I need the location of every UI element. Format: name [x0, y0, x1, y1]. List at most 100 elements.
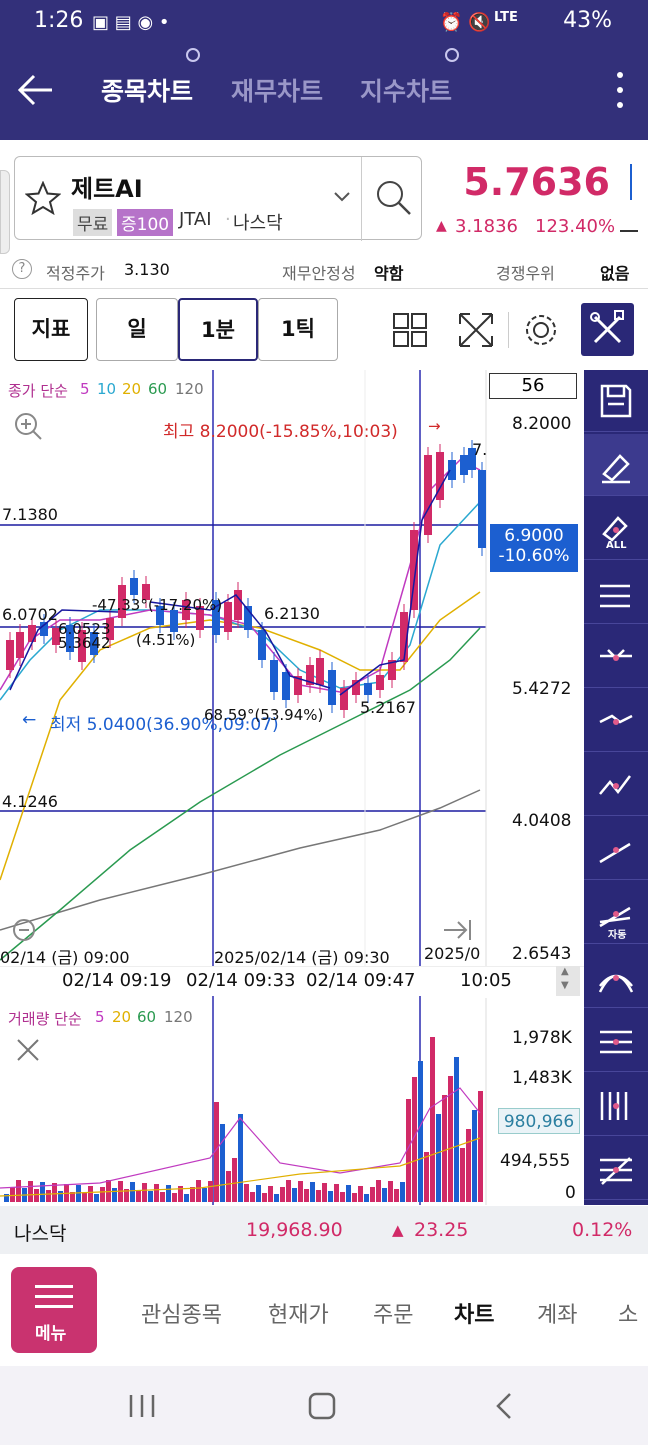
stock-selector[interactable]: 제트AI 무료 증100 JTAI · 나스닥: [14, 156, 422, 241]
indicator-button[interactable]: 지표: [14, 298, 88, 361]
x-time-label: 02/14 (금) 09:00: [0, 948, 130, 967]
back-icon[interactable]: [494, 1392, 514, 1420]
dash-mark: [620, 230, 638, 232]
recent-apps-icon[interactable]: [128, 1393, 156, 1419]
volume-bar: [88, 1186, 93, 1202]
candle-body: [270, 660, 278, 692]
home-icon[interactable]: [308, 1392, 336, 1420]
sidebar-tool-gann[interactable]: [584, 1138, 648, 1200]
price-chart[interactable]: [0, 370, 584, 1000]
current-price-tag: 6.9000 -10.60%: [490, 524, 578, 572]
crosshair-time: 02/14 09:47: [306, 970, 416, 991]
tab-stock-chart[interactable]: 종목차트: [101, 72, 193, 108]
trend-label: (4.51%): [136, 631, 196, 649]
side-handle[interactable]: [0, 170, 10, 254]
sidebar-tool-eraser[interactable]: [584, 434, 648, 496]
sidebar-tool-fib[interactable]: [584, 1074, 648, 1136]
sidebar-tool-angle[interactable]: [584, 690, 648, 752]
fullscreen-icon[interactable]: [456, 310, 496, 350]
volume-bar: [10, 1187, 15, 1202]
volume-bar: [190, 1187, 195, 1202]
nav-quote[interactable]: 현재가: [268, 1297, 329, 1329]
volume-bar: [100, 1187, 105, 1202]
vol-legend-label: 거래량 단순: [8, 1010, 82, 1028]
grid-layout-icon[interactable]: [392, 312, 428, 348]
menu-bar: [35, 1295, 73, 1298]
nav-watchlist[interactable]: 관심종목: [141, 1297, 222, 1329]
search-icon[interactable]: [373, 177, 413, 217]
period-1min-button[interactable]: 1분: [178, 298, 258, 361]
low-annotation-arrow-icon: ←: [22, 710, 37, 730]
price-tick-bar: [630, 164, 632, 200]
sidebar-tool-auto[interactable]: 자동: [584, 882, 648, 944]
candle-body: [376, 675, 384, 690]
tab-index-chart[interactable]: 지수차트: [360, 72, 452, 108]
volume-bar: [346, 1185, 351, 1202]
volume-chart[interactable]: [0, 998, 584, 1205]
settings-gear-icon[interactable]: [522, 311, 560, 349]
volume-bar: [418, 1061, 423, 1202]
ticker-symbol: JTAI: [179, 209, 212, 230]
nav-chart[interactable]: 차트: [454, 1297, 494, 1329]
drawing-tools-button[interactable]: [581, 303, 634, 356]
help-icon[interactable]: ?: [12, 259, 32, 279]
status-icons: ▣ ▤ ◉ •: [92, 12, 170, 33]
volume-bar: [400, 1182, 405, 1202]
volume-bar: [34, 1189, 39, 1202]
period-1tick-button[interactable]: 1틱: [258, 298, 338, 361]
fair-price-label: 적정주가: [46, 264, 105, 283]
sidebar-auto-label: 자동: [608, 930, 627, 941]
sidebar-tool-zigzag[interactable]: [584, 754, 648, 816]
volume-bar: [322, 1183, 327, 1202]
volume-bar: [316, 1190, 321, 1202]
candle-body: [28, 625, 36, 642]
volume-bar: [292, 1188, 297, 1202]
market-name: 나스닥: [233, 213, 283, 234]
sidebar-tool-trend[interactable]: [584, 626, 648, 688]
ma-5-label: 5: [80, 380, 90, 398]
sidebar-tool-hcl[interactable]: [584, 562, 648, 624]
tab-finance-chart[interactable]: 재무차트: [231, 72, 323, 108]
volume-bar: [442, 1095, 447, 1202]
search-divider: [361, 157, 362, 241]
nav-order[interactable]: 주문: [373, 1297, 413, 1329]
sidebar-tool-arc[interactable]: [584, 1010, 648, 1072]
vol-y-tick: 1,483K: [512, 1068, 572, 1088]
system-nav-bar: [0, 1366, 648, 1445]
tools-icon: [590, 310, 624, 344]
ticker-up-icon: ▲: [392, 1221, 404, 1239]
sidebar-tool-save[interactable]: [584, 370, 648, 432]
close-icon[interactable]: [14, 1036, 42, 1064]
chevron-down-icon[interactable]: [333, 191, 351, 203]
more-menu-icon[interactable]: [617, 72, 623, 108]
sidebar-tool-eraser-all[interactable]: ALL: [584, 498, 648, 560]
index-ticker[interactable]: 나스닥 19,968.90 ▲ 23.25 0.12%: [0, 1206, 648, 1254]
y-tick: 4.0408: [512, 811, 572, 831]
candle-count-box[interactable]: 56: [489, 373, 577, 399]
zoom-in-icon[interactable]: [12, 410, 44, 442]
chart-bg: [0, 370, 584, 1000]
volume-bar: [202, 1188, 207, 1202]
volume-bar: [160, 1192, 165, 1202]
volume-bar: [376, 1180, 381, 1202]
candle-body: [224, 602, 232, 632]
volume-bar: [280, 1187, 285, 1202]
nav-more[interactable]: 소: [618, 1297, 638, 1329]
volume-bar: [334, 1184, 339, 1202]
favorite-star-icon[interactable]: [25, 181, 61, 215]
scroll-latest-icon[interactable]: [442, 916, 474, 944]
nav-account[interactable]: 계좌: [537, 1297, 577, 1329]
back-arrow-icon[interactable]: [16, 72, 56, 108]
menu-button[interactable]: 메뉴: [11, 1267, 97, 1353]
period-day-button[interactable]: 일: [96, 298, 178, 361]
ma-20-label: 20: [122, 380, 142, 398]
fair-price-value: 3.130: [124, 260, 170, 279]
zoom-out-icon[interactable]: [10, 916, 40, 946]
volume-bar: [208, 1181, 213, 1202]
sidebar-tool-line[interactable]: [584, 818, 648, 880]
axis-scroll-handle[interactable]: ▲ ▼: [556, 966, 580, 996]
sidebar-tool-fan[interactable]: [584, 946, 648, 1008]
stability-value: 약함: [374, 264, 404, 283]
level-label: 6.0702: [2, 605, 58, 624]
ma-60-label: 60: [148, 380, 168, 398]
